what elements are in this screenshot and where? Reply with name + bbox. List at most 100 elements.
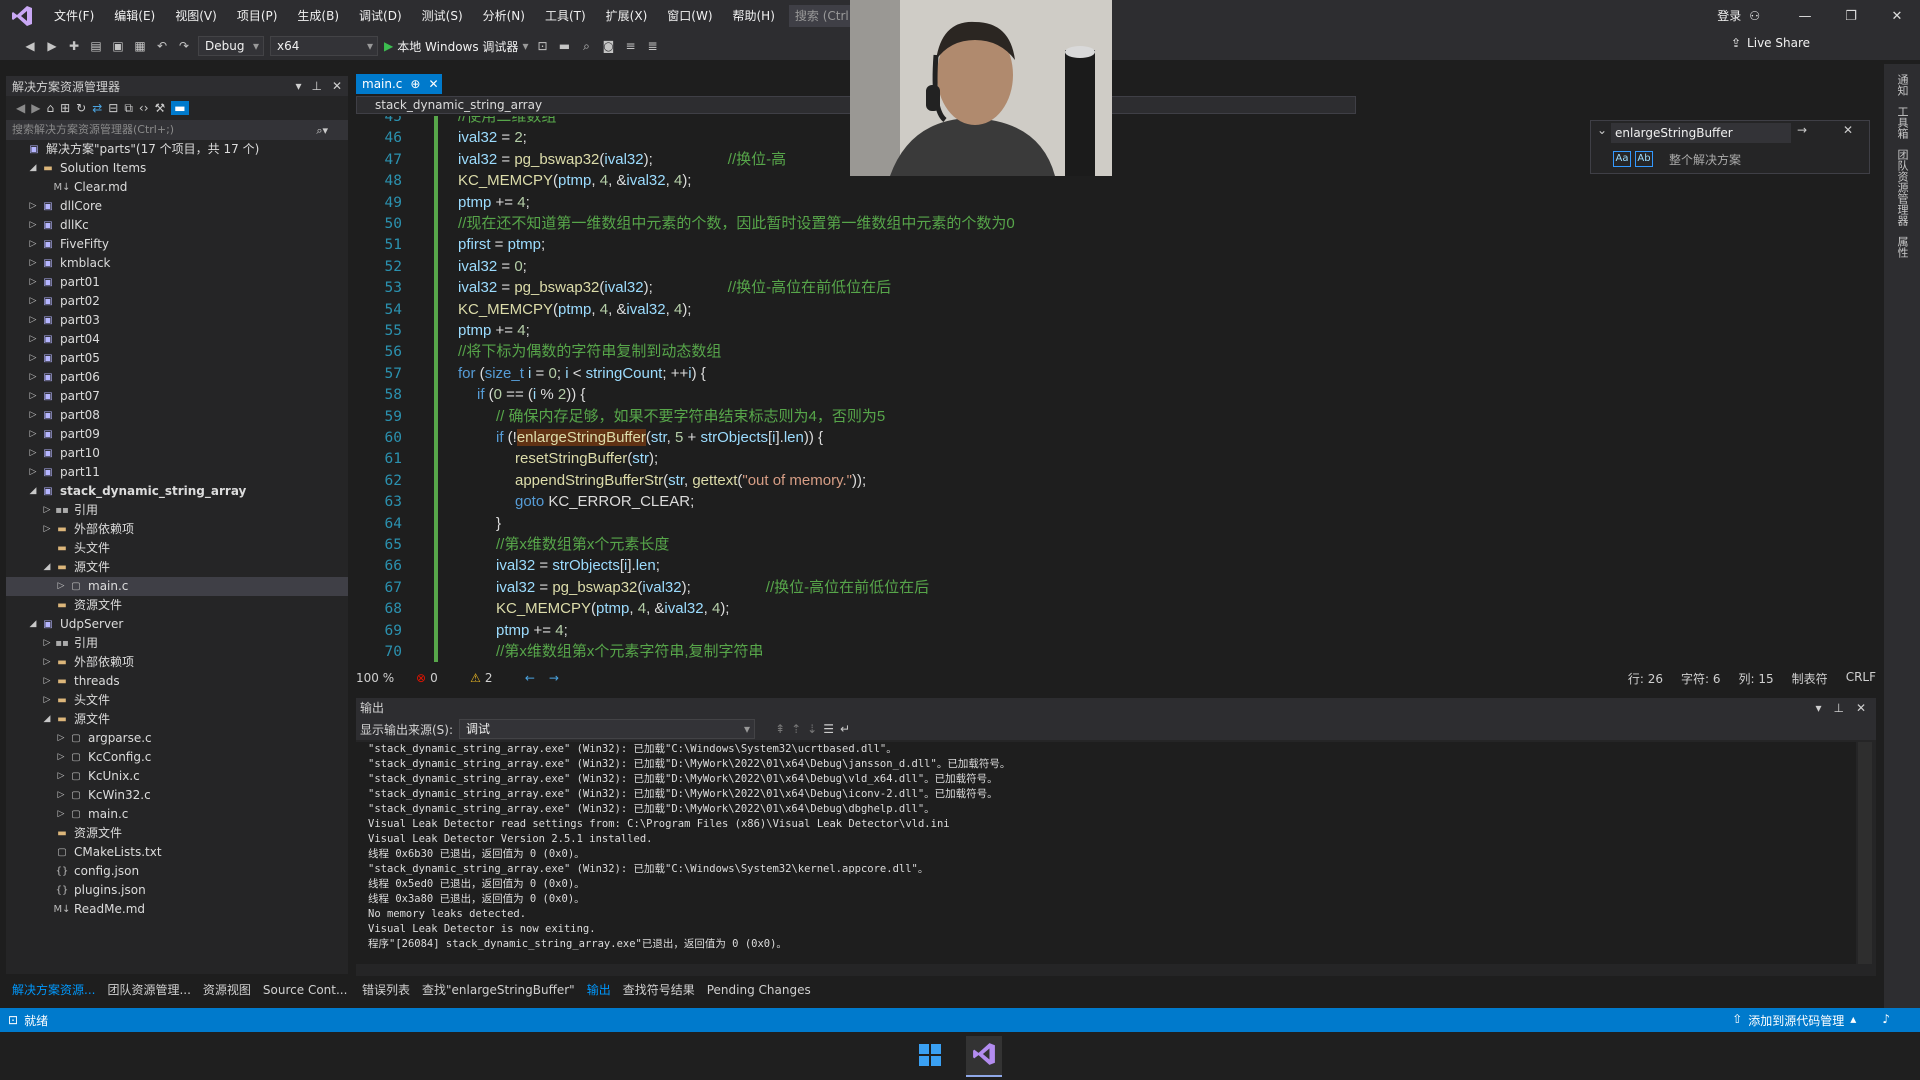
tree-item[interactable]: ▣ 解决方案"parts"(17 个项目，共 17 个): [6, 140, 348, 159]
left-tab-0[interactable]: 解决方案资源...: [6, 980, 101, 1000]
code-line[interactable]: 51 pfirst = ptmp;: [356, 234, 1856, 255]
menu-item-9[interactable]: 扩展(X): [596, 0, 658, 32]
code-line[interactable]: 61 resetStringBuffer(str);: [356, 448, 1856, 469]
code-line[interactable]: 60 if (!enlargeStringBuffer(str, 5 + strO…: [356, 427, 1856, 448]
expander-icon[interactable]: ▷: [26, 235, 40, 254]
tree-item[interactable]: ▷ ▬ 外部依赖项: [6, 653, 348, 672]
account-area[interactable]: 登录 ⚇: [1717, 0, 1760, 32]
navigate-forward-icon[interactable]: →: [549, 671, 559, 685]
expander-icon[interactable]: ▷: [40, 520, 54, 539]
left-tab-3[interactable]: Source Cont...: [257, 980, 354, 1000]
tree-item[interactable]: ▷ ▣ part05: [6, 349, 348, 368]
tree-item[interactable]: {} plugins.json: [6, 881, 348, 900]
folder-icon[interactable]: ▬: [556, 38, 572, 54]
expander-icon[interactable]: ▷: [26, 330, 40, 349]
bottom-tab-4[interactable]: Pending Changes: [701, 980, 817, 1000]
expander-icon[interactable]: ▷: [26, 406, 40, 425]
tree-item[interactable]: ▷ ▢ main.c: [6, 805, 348, 824]
login-link[interactable]: 登录: [1717, 0, 1741, 32]
output-text[interactable]: "stack_dynamic_string_array.exe" (Win32)…: [356, 742, 1856, 964]
expander-icon[interactable]: ▷: [26, 444, 40, 463]
pin-icon[interactable]: ⊥: [1833, 698, 1843, 718]
close-tab-icon[interactable]: ✕: [428, 74, 438, 94]
tabs-mode[interactable]: 制表符: [1792, 670, 1828, 687]
code-line[interactable]: 63 goto KC_ERROR_CLEAR;: [356, 491, 1856, 512]
tree-item[interactable]: ▷ ▬ 头文件: [6, 691, 348, 710]
clear-all-icon[interactable]: ☰: [823, 722, 834, 736]
code-line[interactable]: 59 // 确保内存足够，如果不要字符串结束标志则为4，否则为5: [356, 406, 1856, 427]
code-line[interactable]: 50 //现在还不知道第一维数组中元素的个数，因此暂时设置第一维数组中元素的个数为…: [356, 213, 1856, 234]
side-tool-tab-1[interactable]: 工具箱: [1894, 106, 1910, 139]
tree-item[interactable]: ▷ ▣ FiveFifty: [6, 235, 348, 254]
find-icon[interactable]: ⌕: [578, 38, 594, 54]
menu-item-0[interactable]: 文件(F): [44, 0, 104, 32]
menu-item-8[interactable]: 工具(T): [535, 0, 596, 32]
prev-message-icon[interactable]: ⇡: [791, 722, 801, 736]
open-icon[interactable]: ▤: [88, 38, 104, 54]
output-scrollbar[interactable]: [1858, 742, 1872, 964]
tree-item[interactable]: ▷ ▣ part09: [6, 425, 348, 444]
forward-icon[interactable]: ▶: [31, 101, 40, 115]
left-tab-2[interactable]: 资源视图: [197, 980, 257, 1000]
tree-item[interactable]: ▷ ▣ part04: [6, 330, 348, 349]
tree-item[interactable]: ▷ ▣ dllCore: [6, 197, 348, 216]
tree-item[interactable]: ▬ 头文件: [6, 539, 348, 558]
show-all-files-icon[interactable]: ⧉: [124, 101, 133, 116]
home-icon[interactable]: ⌂: [46, 101, 54, 115]
expander-icon[interactable]: ▷: [26, 368, 40, 387]
tree-item[interactable]: ◢ ▣ stack_dynamic_string_array: [6, 482, 348, 501]
navigate-back-icon[interactable]: ←: [525, 671, 535, 685]
tree-item[interactable]: ▷ ▣ dllKc: [6, 216, 348, 235]
tree-item[interactable]: ▷ ▪▪ 引用: [6, 501, 348, 520]
add-to-source-control[interactable]: 添加到源代码管理: [1748, 1012, 1844, 1029]
tree-item[interactable]: ◢ ▬ 源文件: [6, 710, 348, 729]
find-message-icon[interactable]: ⇞: [775, 722, 785, 736]
tree-item[interactable]: ▷ ▣ part10: [6, 444, 348, 463]
tree-item[interactable]: ▷ ▣ part06: [6, 368, 348, 387]
switch-views-icon[interactable]: ⊞: [60, 101, 70, 115]
expander-icon[interactable]: ▷: [26, 292, 40, 311]
minimize-button[interactable]: —: [1782, 9, 1828, 24]
save-all-icon[interactable]: ▦: [132, 38, 148, 54]
pin-icon[interactable]: ⊕: [410, 74, 420, 94]
warning-count[interactable]: 2: [485, 671, 525, 685]
code-line[interactable]: 56 //将下标为偶数的字符串复制到动态数组: [356, 341, 1856, 362]
expander-icon[interactable]: ▷: [26, 349, 40, 368]
expander-icon[interactable]: ▷: [40, 691, 54, 710]
visual-studio-taskbar-icon[interactable]: [966, 1035, 1002, 1077]
tree-item[interactable]: ▷ ▣ part01: [6, 273, 348, 292]
expander-icon[interactable]: ◢: [40, 710, 54, 729]
menu-item-6[interactable]: 测试(S): [412, 0, 473, 32]
code-line[interactable]: 52 ival32 = 0;: [356, 256, 1856, 277]
expander-icon[interactable]: ▷: [26, 197, 40, 216]
history-icon[interactable]: ↻: [76, 101, 86, 115]
expander-icon[interactable]: ◢: [26, 615, 40, 634]
code-line[interactable]: 66 ival32 = strObjects[i].len;: [356, 555, 1856, 576]
save-icon[interactable]: ▣: [110, 38, 126, 54]
code-line[interactable]: 49 ptmp += 4;: [356, 192, 1856, 213]
expander-icon[interactable]: ▷: [40, 653, 54, 672]
comment-icon[interactable]: ≡: [622, 38, 638, 54]
match-case-icon[interactable]: Aa: [1613, 151, 1631, 167]
expander-icon[interactable]: ▷: [54, 748, 68, 767]
whole-word-icon[interactable]: Ab: [1635, 151, 1653, 167]
code-line[interactable]: 69 ptmp += 4;: [356, 620, 1856, 641]
expander-icon[interactable]: ▷: [26, 387, 40, 406]
tree-item[interactable]: ▷ ▣ part03: [6, 311, 348, 330]
tree-item[interactable]: ▷ ▣ kmblack: [6, 254, 348, 273]
user-icon[interactable]: ⚇: [1749, 0, 1760, 32]
bottom-tab-3[interactable]: 查找符号结果: [617, 980, 701, 1000]
tree-item[interactable]: ▷ ▣ part11: [6, 463, 348, 482]
expander-icon[interactable]: ▷: [26, 273, 40, 292]
zoom-level[interactable]: 100 %: [356, 671, 416, 685]
tab-main-c[interactable]: main.c ⊕ ✕: [356, 74, 442, 94]
find-next-icon[interactable]: →: [1797, 123, 1807, 137]
tree-item[interactable]: ▷ ▢ KcUnix.c: [6, 767, 348, 786]
platform-dropdown[interactable]: x64: [270, 36, 378, 56]
code-line[interactable]: 57 for (size_t i = 0; i < stringCount; ++…: [356, 363, 1856, 384]
bottom-tab-0[interactable]: 错误列表: [356, 980, 416, 1000]
menu-item-10[interactable]: 窗口(W): [657, 0, 722, 32]
expander-icon[interactable]: ▷: [26, 254, 40, 273]
dropdown-icon[interactable]: ▾: [295, 79, 301, 93]
expander-icon[interactable]: ▷: [54, 729, 68, 748]
